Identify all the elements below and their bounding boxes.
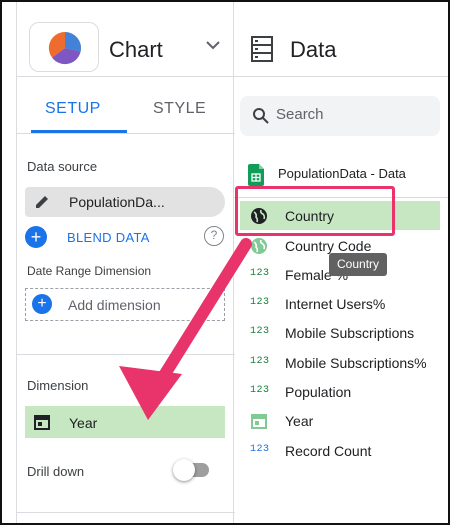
active-tab-indicator [31,130,127,133]
field-label: Year [285,413,314,429]
number-type-icon: 123 [250,356,270,367]
field-label: Record Count [285,443,372,459]
chevron-down-icon[interactable] [205,39,221,51]
drill-down-toggle[interactable] [173,459,209,481]
highlight-box [235,186,395,236]
chart-header: Chart [17,2,235,77]
search-icon [253,108,269,124]
data-source-label: Data source [27,159,98,174]
number-type-icon: 123 [250,385,270,396]
data-panel-title: Data [290,37,337,62]
date-range-dimension-label: Date Range Dimension [27,264,152,278]
field-label: Internet Users% [285,296,386,312]
field-tooltip: Country [329,253,388,276]
field-label: Country Code [285,238,372,254]
dimension-chip-year[interactable]: Year [25,406,225,438]
drill-down-label: Drill down [27,464,85,479]
help-icon[interactable]: ? [204,226,224,246]
field-search-box[interactable] [240,96,440,136]
data-source-chip[interactable]: PopulationDa... [25,187,225,217]
field-population[interactable]: 123 Population [234,377,448,406]
number-type-icon: 123 [250,444,270,455]
data-header: Data [234,2,448,77]
blend-data-button[interactable]: BLEND DATA [67,230,150,245]
field-internet-users[interactable]: 123 Internet Users% [234,289,448,318]
field-label: Population [285,384,352,400]
pencil-icon[interactable] [33,193,51,211]
data-source-name: PopulationData - Data [278,166,406,181]
search-input[interactable] [276,106,426,123]
screenshot-frame: Chart SETUP STYLE Data source Population… [0,0,450,525]
chart-title: Chart [109,37,163,62]
panel-tabs: SETUP STYLE [17,90,235,134]
add-dimension-dropzone[interactable]: + Add dimension [25,288,225,321]
globe-icon [251,238,267,254]
google-sheets-icon [248,164,264,186]
database-icon [251,36,273,62]
field-mobile-subscriptions-pct[interactable]: 123 Mobile Subscriptions% [234,348,448,377]
dimension-value: Year [69,415,98,431]
number-type-icon: 123 [250,268,270,279]
section-divider [17,512,235,513]
blend-data-plus-icon[interactable]: + [25,226,47,248]
field-mobile-subscriptions[interactable]: 123 Mobile Subscriptions [234,318,448,347]
number-type-icon: 123 [250,297,270,308]
add-icon: + [32,294,52,314]
dimension-label: Dimension [27,378,89,393]
field-label: Mobile Subscriptions [285,325,415,341]
field-record-count[interactable]: 123 Record Count [234,436,448,465]
section-divider [17,354,235,355]
tab-setup[interactable]: SETUP [45,100,101,118]
calendar-icon [251,414,267,429]
chart-type-button[interactable] [29,22,99,72]
toggle-knob [173,459,195,481]
add-dimension-label: Add dimension [68,297,161,313]
tab-style[interactable]: STYLE [153,100,206,118]
chart-properties-panel: Chart SETUP STYLE Data source Population… [16,2,235,523]
field-label: Mobile Subscriptions% [285,355,427,371]
field-year[interactable]: Year [234,406,448,435]
number-type-icon: 123 [250,326,270,337]
data-source-name: PopulationDa... [69,194,165,210]
calendar-icon [34,415,50,430]
pie-chart-icon [48,31,81,65]
